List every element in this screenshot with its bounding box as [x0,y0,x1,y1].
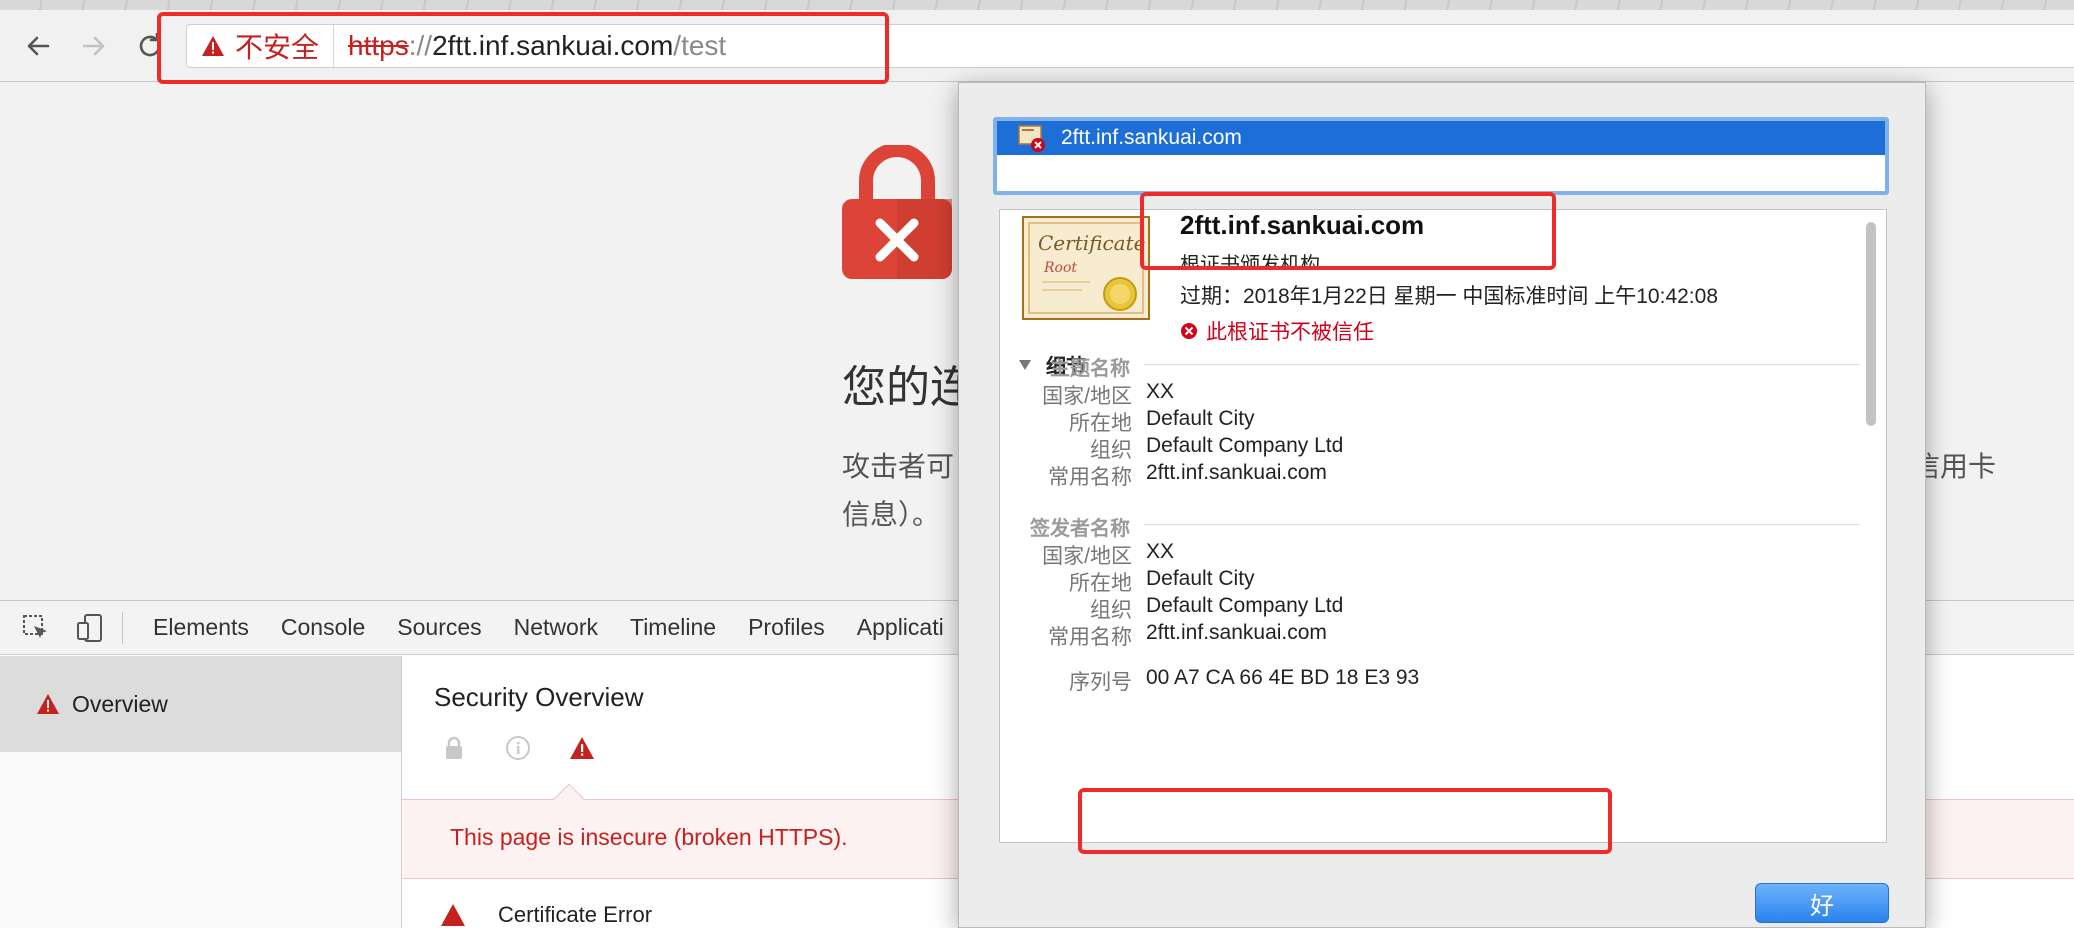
issuer-name-divider [1144,524,1860,525]
subject-name-heading: 主题名称 [1050,358,1130,380]
error-circle-icon [1181,323,1197,339]
browser-toolbar: 不安全 https://2ftt.inf.sankuai.com/test [0,10,2074,82]
toolbar-divider [122,611,123,644]
forward-button[interactable] [70,24,118,68]
address-bar[interactable]: 不安全 https://2ftt.inf.sankuai.com/test [186,24,2074,68]
subject-country-key: 国家/地区 [1042,385,1132,408]
untrusted-certificate-icon [1018,125,1045,152]
certificate-trust-warning-text: 此根证书不被信任 [1206,321,1374,344]
subject-common-name-value: 2ftt.inf.sankuai.com [1146,461,1327,484]
sidebar-item-overview[interactable]: Overview [0,656,401,752]
back-button[interactable] [14,24,62,68]
certificate-chain-list[interactable]: 2ftt.inf.sankuai.com [993,117,1889,195]
certificate-trust-warning: 此根证书不被信任 [1180,316,1374,346]
device-mode-icon [77,613,102,642]
certificate-name: 2ftt.inf.sankuai.com [1180,210,1425,240]
sidebar-item-label: Overview [72,690,168,717]
issuer-locality-key: 所在地 [1069,572,1132,595]
reload-icon [139,32,161,57]
url-scheme: https [348,30,409,61]
security-chip-label: 不安全 [235,32,320,63]
certificate-chain-item[interactable]: 2ftt.inf.sankuai.com [997,121,1885,155]
certificate-sheet: 2ftt.inf.sankuai.com Certificate Root 2f… [958,82,1926,928]
issuer-locality-value: Default City [1146,567,1255,590]
issuer-common-name-value: 2ftt.inf.sankuai.com [1146,621,1327,644]
reload-button[interactable] [126,24,174,68]
broken-lock-icon [842,145,952,279]
security-chip[interactable]: 不安全 [187,25,335,67]
issuer-name-heading: 签发者名称 [1030,518,1130,540]
subject-locality-key: 所在地 [1069,412,1132,435]
inspect-element-button[interactable] [14,606,58,650]
subject-organization-key: 组织 [1090,439,1132,462]
certificate-image-icon: Certificate Root [1022,216,1150,320]
issuer-common-name-key: 常用名称 [1048,626,1132,649]
security-overview-title: Security Overview [434,682,644,712]
window-title-strip [0,0,2074,10]
issuer-country-key: 国家/地区 [1042,545,1132,568]
subject-organization-value: Default Company Ltd [1146,434,1344,457]
insecure-warning-icon [570,737,594,759]
warning-triangle-icon [202,36,224,56]
security-state-icons [440,734,596,762]
certificate-subtitle: 根证书颁发机构 [1180,254,1320,266]
ok-button[interactable]: 好 [1755,883,1889,923]
banner-pointer [553,783,585,815]
tab-profiles[interactable]: Profiles [732,614,841,641]
tab-elements[interactable]: Elements [137,614,265,641]
back-arrow-icon [27,36,50,56]
tab-timeline[interactable]: Timeline [614,614,732,641]
error-description-line1: 攻击者可 [842,451,955,482]
lock-icon [446,736,462,759]
subject-country-value: XX [1146,380,1175,403]
url-text[interactable]: https://2ftt.inf.sankuai.com/test [334,30,726,62]
certificate-error-label: Certificate Error [498,902,653,927]
forward-arrow-icon [82,36,105,56]
info-icon [506,736,530,760]
certificate-expiry: 过期：2018年1月22日 星期一 中国标准时间 上午10:42:08 [1180,285,1719,308]
certificate-chain-item-label: 2ftt.inf.sankuai.com [1061,126,1242,149]
issuer-organization-value: Default Company Ltd [1146,594,1344,617]
tab-console[interactable]: Console [265,614,381,641]
url-separator: :// [408,30,433,61]
serial-number-key: 序列号 [1069,671,1132,694]
error-description-line2: 信息）。 [842,499,941,530]
warning-triangle-icon [441,904,465,926]
error-heading: 您的连 [842,363,974,412]
url-host: 2ftt.inf.sankuai.com [432,30,674,61]
device-mode-button[interactable] [68,606,112,650]
issuer-organization-key: 组织 [1090,599,1132,622]
insecure-message: This page is insecure (broken HTTPS). [450,824,848,850]
url-path: /test [673,30,727,61]
issuer-country-value: XX [1146,540,1175,563]
subject-common-name-key: 常用名称 [1048,466,1132,489]
subject-name-divider [1144,364,1860,365]
certificate-error-row: Certificate Error [440,902,652,928]
error-description: 攻击者可 信息）。 [842,443,954,539]
tab-sources[interactable]: Sources [381,614,497,641]
svg-text:Root: Root [1043,260,1077,276]
subject-locality-value: Default City [1146,407,1255,430]
svg-text:Certificate: Certificate [1038,231,1145,255]
tab-application[interactable]: Applicati [841,614,960,641]
disclosure-triangle-icon [1019,359,1031,370]
security-sidebar: Overview [0,656,402,928]
tab-network[interactable]: Network [498,614,614,641]
serial-number-value: 00 A7 CA 66 4E BD 18 E3 93 [1146,666,1420,689]
warning-triangle-icon [37,694,59,714]
inspect-cursor-icon [23,614,47,638]
detail-scrollbar[interactable] [1866,222,1876,426]
certificate-detail-view: Certificate Root 2ftt.inf.sankuai.com 根证… [999,209,1887,843]
